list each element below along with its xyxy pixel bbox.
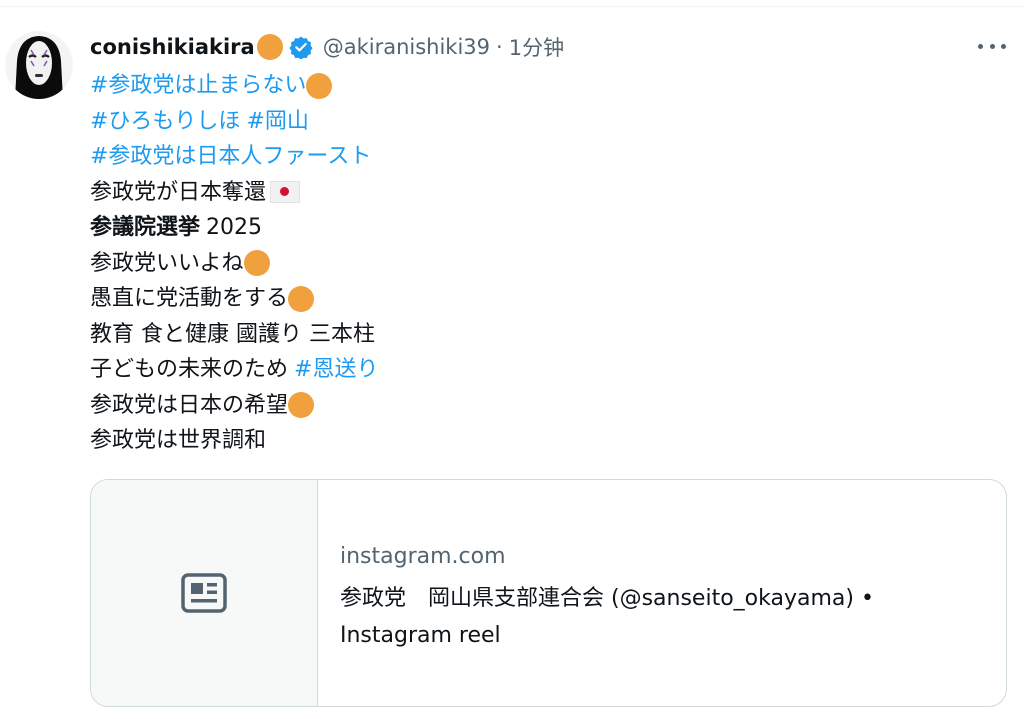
hashtag-link[interactable]: #恩送り (294, 352, 378, 388)
link-card-domain: instagram.com (340, 544, 506, 569)
link-card-title: 参政党 岡山県支部連合会 (@sanseito_okayama) • (340, 586, 874, 611)
tweet-line: 参政党は世界調和 (90, 423, 378, 459)
tweet-text-segment: 参政党は世界調和 (90, 428, 267, 453)
link-card-thumbnail (91, 480, 318, 706)
tweet-text-segment: 参政党は日本の希望 (90, 392, 289, 418)
tweet-line: 愚直に党活動をする (90, 281, 378, 317)
tweet-line: 参政党が日本奪還 (90, 175, 378, 211)
link-preview-card[interactable]: instagram.com 参政党 岡山県支部連合会 (@sanseito_ok… (90, 479, 1007, 707)
hashtag-link[interactable]: #参政党は止まらない (90, 68, 306, 104)
meta-separator: · (496, 35, 503, 59)
top-divider (0, 6, 1024, 7)
no-face-avatar-icon (5, 31, 73, 99)
tweet-line: #参政党は日本人ファースト (90, 139, 378, 175)
avatar[interactable] (5, 31, 73, 99)
tweet-header: conishikiakira @akiranishiki39 · 1分钟 (90, 30, 564, 64)
tweet-bold-text: 参議院選挙 (90, 215, 201, 240)
verified-badge-icon[interactable] (289, 35, 313, 60)
tweet-text-segment: 参政党いいよね (90, 250, 244, 276)
japan-flag-icon (270, 181, 301, 204)
tweet-line: 参政党いいよね (90, 246, 378, 282)
article-icon (181, 573, 227, 613)
hashtag-link[interactable]: #ひろもりしほ (90, 104, 240, 140)
tweet-line: 参議院選挙 2025 (90, 210, 378, 246)
tweet-line: 子どもの未来のため #恩送り (90, 352, 378, 388)
tweet-line: 教育 食と健康 國護り 三本柱 (90, 317, 378, 353)
orange-circle-emoji-icon (256, 34, 283, 60)
tweet-timestamp[interactable]: 1分钟 (509, 32, 564, 62)
tweet-text-segment: 愚直に党活動をする (90, 286, 289, 311)
hashtag-link[interactable]: #参政党は日本人ファースト (90, 139, 371, 175)
tweet-line: #ひろもりしほ #岡山 (90, 104, 378, 140)
display-name[interactable]: conishikiakira (90, 35, 255, 59)
tweet-text-segment: 参政党が日本奪還 (90, 179, 267, 205)
link-card-text: instagram.com 参政党 岡山県支部連合会 (@sanseito_ok… (318, 480, 874, 706)
orange-circle-emoji-icon (288, 392, 315, 419)
link-card-title-continued: Instagram reel (340, 623, 501, 648)
user-handle[interactable]: @akiranishiki39 (323, 35, 490, 59)
tweet-line: 参政党は日本の希望 (90, 388, 378, 424)
orange-circle-emoji-icon (288, 285, 315, 312)
orange-circle-emoji-icon (306, 72, 333, 99)
tweet-text: #参政党は止まらない #ひろもりしほ #岡山 #参政党は日本人ファースト 参政党… (90, 68, 378, 459)
tweet-text-segment: 教育 食と健康 國護り 三本柱 (90, 321, 375, 347)
tweet-text-segment: 2025 (206, 215, 263, 240)
hashtag-link[interactable]: #岡山 (246, 104, 308, 140)
more-options-icon[interactable] (978, 36, 1006, 56)
tweet-line: #参政党は止まらない (90, 68, 378, 104)
orange-circle-emoji-icon (243, 250, 270, 277)
tweet-text-segment: 子どもの未来のため (90, 357, 289, 382)
